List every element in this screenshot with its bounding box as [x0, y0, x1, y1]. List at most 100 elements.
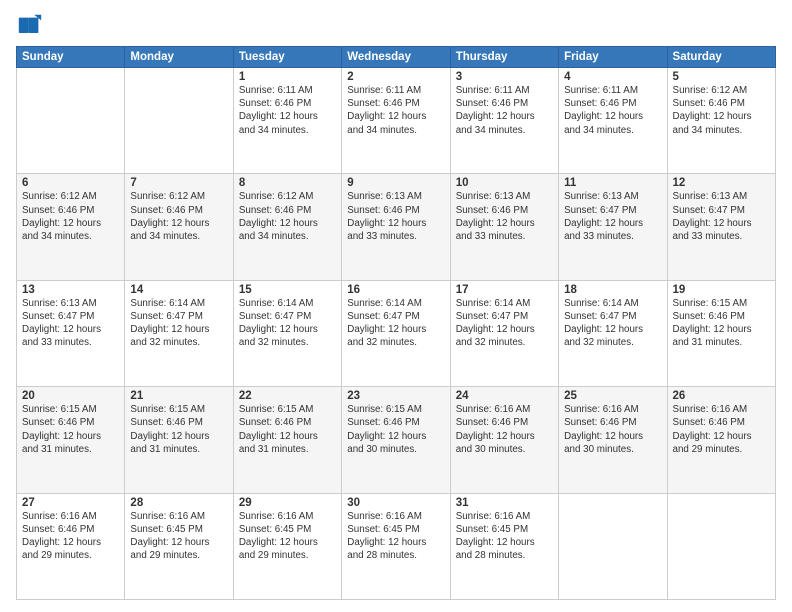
day-info: Sunrise: 6:12 AM Sunset: 6:46 PM Dayligh…: [239, 190, 336, 243]
day-number: 6: [22, 177, 119, 189]
day-number: 4: [564, 71, 661, 83]
day-info: Sunrise: 6:12 AM Sunset: 6:46 PM Dayligh…: [22, 190, 119, 243]
day-info: Sunrise: 6:11 AM Sunset: 6:46 PM Dayligh…: [239, 84, 336, 137]
calendar-cell: 17Sunrise: 6:14 AM Sunset: 6:47 PM Dayli…: [450, 280, 558, 386]
calendar-cell: 31Sunrise: 6:16 AM Sunset: 6:45 PM Dayli…: [450, 493, 558, 599]
day-info: Sunrise: 6:14 AM Sunset: 6:47 PM Dayligh…: [347, 297, 444, 350]
logo: [16, 12, 50, 40]
day-number: 29: [239, 497, 336, 509]
calendar-cell: 4Sunrise: 6:11 AM Sunset: 6:46 PM Daylig…: [559, 68, 667, 174]
day-info: Sunrise: 6:16 AM Sunset: 6:46 PM Dayligh…: [456, 403, 553, 456]
day-info: Sunrise: 6:16 AM Sunset: 6:46 PM Dayligh…: [673, 403, 770, 456]
day-number: 19: [673, 284, 770, 296]
calendar-cell: 9Sunrise: 6:13 AM Sunset: 6:46 PM Daylig…: [342, 174, 450, 280]
calendar-cell: 12Sunrise: 6:13 AM Sunset: 6:47 PM Dayli…: [667, 174, 775, 280]
day-number: 28: [130, 497, 227, 509]
page: SundayMondayTuesdayWednesdayThursdayFrid…: [0, 0, 792, 612]
day-number: 18: [564, 284, 661, 296]
calendar-cell: 23Sunrise: 6:15 AM Sunset: 6:46 PM Dayli…: [342, 387, 450, 493]
day-number: 9: [347, 177, 444, 189]
day-number: 11: [564, 177, 661, 189]
day-info: Sunrise: 6:12 AM Sunset: 6:46 PM Dayligh…: [130, 190, 227, 243]
calendar-cell: 2Sunrise: 6:11 AM Sunset: 6:46 PM Daylig…: [342, 68, 450, 174]
weekday-header-saturday: Saturday: [667, 47, 775, 68]
day-info: Sunrise: 6:14 AM Sunset: 6:47 PM Dayligh…: [564, 297, 661, 350]
calendar-cell: 25Sunrise: 6:16 AM Sunset: 6:46 PM Dayli…: [559, 387, 667, 493]
day-info: Sunrise: 6:15 AM Sunset: 6:46 PM Dayligh…: [347, 403, 444, 456]
day-info: Sunrise: 6:16 AM Sunset: 6:45 PM Dayligh…: [456, 510, 553, 563]
calendar-header-row: SundayMondayTuesdayWednesdayThursdayFrid…: [17, 47, 776, 68]
calendar-cell: [559, 493, 667, 599]
day-number: 26: [673, 390, 770, 402]
day-info: Sunrise: 6:14 AM Sunset: 6:47 PM Dayligh…: [456, 297, 553, 350]
day-info: Sunrise: 6:13 AM Sunset: 6:46 PM Dayligh…: [456, 190, 553, 243]
weekday-header-monday: Monday: [125, 47, 233, 68]
calendar-cell: 16Sunrise: 6:14 AM Sunset: 6:47 PM Dayli…: [342, 280, 450, 386]
day-info: Sunrise: 6:13 AM Sunset: 6:47 PM Dayligh…: [673, 190, 770, 243]
header: [16, 12, 776, 40]
weekday-header-sunday: Sunday: [17, 47, 125, 68]
day-number: 24: [456, 390, 553, 402]
logo-icon: [16, 12, 44, 40]
day-number: 5: [673, 71, 770, 83]
weekday-header-friday: Friday: [559, 47, 667, 68]
calendar-cell: 28Sunrise: 6:16 AM Sunset: 6:45 PM Dayli…: [125, 493, 233, 599]
calendar-cell: 5Sunrise: 6:12 AM Sunset: 6:46 PM Daylig…: [667, 68, 775, 174]
calendar-week-row: 27Sunrise: 6:16 AM Sunset: 6:46 PM Dayli…: [17, 493, 776, 599]
calendar-cell: [667, 493, 775, 599]
day-info: Sunrise: 6:13 AM Sunset: 6:47 PM Dayligh…: [564, 190, 661, 243]
calendar-cell: 13Sunrise: 6:13 AM Sunset: 6:47 PM Dayli…: [17, 280, 125, 386]
calendar-cell: 11Sunrise: 6:13 AM Sunset: 6:47 PM Dayli…: [559, 174, 667, 280]
calendar-cell: 15Sunrise: 6:14 AM Sunset: 6:47 PM Dayli…: [233, 280, 341, 386]
day-info: Sunrise: 6:11 AM Sunset: 6:46 PM Dayligh…: [564, 84, 661, 137]
day-number: 7: [130, 177, 227, 189]
calendar-cell: 7Sunrise: 6:12 AM Sunset: 6:46 PM Daylig…: [125, 174, 233, 280]
day-info: Sunrise: 6:15 AM Sunset: 6:46 PM Dayligh…: [673, 297, 770, 350]
calendar-table: SundayMondayTuesdayWednesdayThursdayFrid…: [16, 46, 776, 600]
calendar-week-row: 20Sunrise: 6:15 AM Sunset: 6:46 PM Dayli…: [17, 387, 776, 493]
calendar-week-row: 13Sunrise: 6:13 AM Sunset: 6:47 PM Dayli…: [17, 280, 776, 386]
day-info: Sunrise: 6:15 AM Sunset: 6:46 PM Dayligh…: [22, 403, 119, 456]
calendar-cell: 3Sunrise: 6:11 AM Sunset: 6:46 PM Daylig…: [450, 68, 558, 174]
day-number: 20: [22, 390, 119, 402]
day-info: Sunrise: 6:16 AM Sunset: 6:45 PM Dayligh…: [347, 510, 444, 563]
day-number: 31: [456, 497, 553, 509]
day-number: 3: [456, 71, 553, 83]
day-number: 2: [347, 71, 444, 83]
calendar-cell: 14Sunrise: 6:14 AM Sunset: 6:47 PM Dayli…: [125, 280, 233, 386]
day-number: 22: [239, 390, 336, 402]
day-number: 27: [22, 497, 119, 509]
day-info: Sunrise: 6:11 AM Sunset: 6:46 PM Dayligh…: [456, 84, 553, 137]
calendar-cell: 20Sunrise: 6:15 AM Sunset: 6:46 PM Dayli…: [17, 387, 125, 493]
day-number: 30: [347, 497, 444, 509]
day-info: Sunrise: 6:14 AM Sunset: 6:47 PM Dayligh…: [239, 297, 336, 350]
day-number: 8: [239, 177, 336, 189]
day-number: 12: [673, 177, 770, 189]
day-number: 23: [347, 390, 444, 402]
calendar-week-row: 1Sunrise: 6:11 AM Sunset: 6:46 PM Daylig…: [17, 68, 776, 174]
calendar-cell: 24Sunrise: 6:16 AM Sunset: 6:46 PM Dayli…: [450, 387, 558, 493]
calendar-cell: 1Sunrise: 6:11 AM Sunset: 6:46 PM Daylig…: [233, 68, 341, 174]
calendar-cell: 6Sunrise: 6:12 AM Sunset: 6:46 PM Daylig…: [17, 174, 125, 280]
day-info: Sunrise: 6:14 AM Sunset: 6:47 PM Dayligh…: [130, 297, 227, 350]
weekday-header-wednesday: Wednesday: [342, 47, 450, 68]
calendar-cell: 8Sunrise: 6:12 AM Sunset: 6:46 PM Daylig…: [233, 174, 341, 280]
day-info: Sunrise: 6:13 AM Sunset: 6:47 PM Dayligh…: [22, 297, 119, 350]
calendar-cell: 29Sunrise: 6:16 AM Sunset: 6:45 PM Dayli…: [233, 493, 341, 599]
calendar-cell: 19Sunrise: 6:15 AM Sunset: 6:46 PM Dayli…: [667, 280, 775, 386]
calendar-cell: 10Sunrise: 6:13 AM Sunset: 6:46 PM Dayli…: [450, 174, 558, 280]
day-info: Sunrise: 6:15 AM Sunset: 6:46 PM Dayligh…: [130, 403, 227, 456]
day-info: Sunrise: 6:16 AM Sunset: 6:46 PM Dayligh…: [22, 510, 119, 563]
day-number: 14: [130, 284, 227, 296]
day-info: Sunrise: 6:16 AM Sunset: 6:45 PM Dayligh…: [239, 510, 336, 563]
day-info: Sunrise: 6:16 AM Sunset: 6:46 PM Dayligh…: [564, 403, 661, 456]
weekday-header-thursday: Thursday: [450, 47, 558, 68]
day-number: 15: [239, 284, 336, 296]
day-info: Sunrise: 6:11 AM Sunset: 6:46 PM Dayligh…: [347, 84, 444, 137]
day-info: Sunrise: 6:16 AM Sunset: 6:45 PM Dayligh…: [130, 510, 227, 563]
day-info: Sunrise: 6:12 AM Sunset: 6:46 PM Dayligh…: [673, 84, 770, 137]
calendar-cell: 26Sunrise: 6:16 AM Sunset: 6:46 PM Dayli…: [667, 387, 775, 493]
day-number: 25: [564, 390, 661, 402]
day-number: 21: [130, 390, 227, 402]
day-number: 10: [456, 177, 553, 189]
